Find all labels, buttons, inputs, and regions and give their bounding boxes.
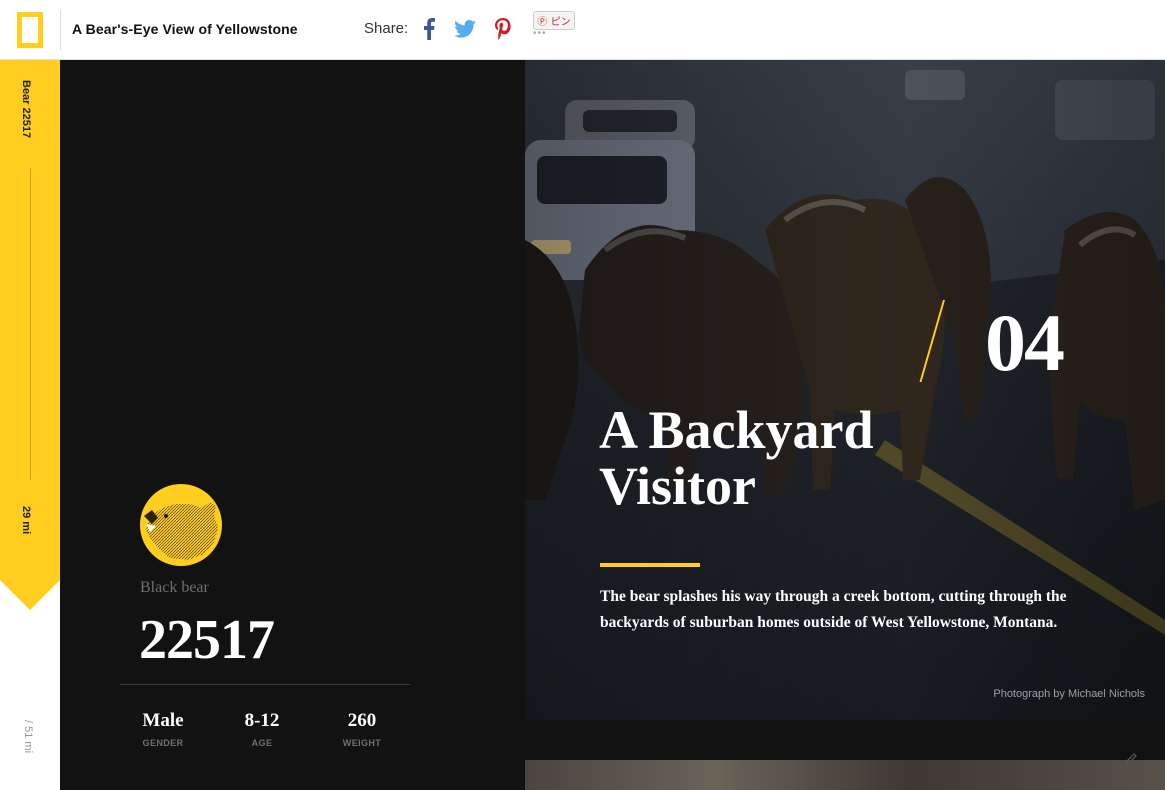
progress-arrow [0,580,60,610]
info-divider [120,684,410,685]
nat-geo-logo[interactable] [17,12,43,48]
stat-label: AGE [251,738,273,748]
stat-gender: Male GENDER [118,710,208,748]
photo-credit: Photograph by Michael Nichols [993,688,1145,700]
stat-value: 8-12 [244,710,280,731]
stat-age: 8-12 AGE [217,710,307,748]
stat-value: 260 [347,710,377,731]
stat-value: Male [142,710,184,731]
chapter-number: 04 [985,297,1065,388]
rail-bear-label[interactable]: Bear 22517 [20,80,32,138]
twitter-icon[interactable] [452,14,478,44]
pinterest-icon[interactable] [490,14,516,44]
next-chapter-photo [525,760,1165,790]
chapter-description: The bear splashes his way through a cree… [600,588,1067,631]
facebook-icon[interactable] [416,14,442,44]
title-underline [600,563,700,567]
progress-line [30,168,31,480]
share-label: Share: [364,20,409,37]
header-divider [60,10,61,50]
chapter-hero: 04 A Backyard Visitor The bear splashes … [525,60,1165,720]
bear-id-number: 22517 [139,609,275,671]
rail-distance: 29 mi [20,506,32,535]
progress-rail: Bear 22517 29 mi / 51 mi [0,60,60,790]
pencil-icon[interactable] [1120,748,1142,770]
stat-label: GENDER [142,738,184,748]
bear-info-panel: Black bear 22517 Male GENDER 8-12 AGE 26… [60,60,525,790]
more-share-dots[interactable]: ••• [533,28,547,39]
bear-head-icon [144,502,218,560]
top-header: A Bear's-Eye View of Yellowstone Share: … [0,0,1165,60]
rail-total-distance: / 51 mi [22,720,34,754]
chapter-title: A Backyard Visitor [599,400,874,516]
site-title[interactable]: A Bear's-Eye View of Yellowstone [72,21,298,37]
stat-weight: 260 WEIGHT [317,710,407,748]
section-separator [525,720,1165,760]
bear-species: Black bear [140,579,209,596]
stat-label: WEIGHT [342,738,382,748]
bear-avatar [140,484,222,566]
